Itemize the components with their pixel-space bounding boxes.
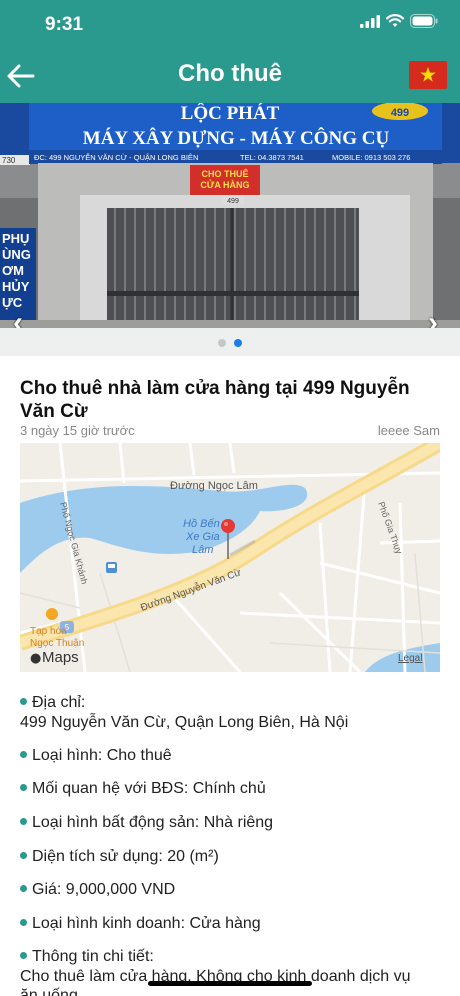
banner-shop-number: 499 (391, 107, 409, 119)
banner-headline: MÁY XÂY DỰNG - MÁY CÔNG CỤ (83, 127, 390, 149)
map-label-ngoc-lam: Đường Ngọc Lâm (170, 480, 258, 492)
status-icons (360, 14, 438, 28)
detail-label: Thông tin chi tiết: (32, 948, 154, 965)
carousel-dot[interactable] (218, 339, 226, 347)
left-sign-line: HỦY (2, 279, 30, 294)
bullet-icon (20, 885, 27, 893)
listing-author: leeee Sam (377, 423, 440, 438)
map-label-tap-hoa-2: Ngọc Thuận (30, 638, 84, 649)
signal-icon (360, 14, 380, 28)
detail-label: Loại hình bất động sản: Nhà riêng (32, 814, 274, 831)
sign-line-1: CHO THUÊ (202, 168, 249, 179)
language-flag-button[interactable] (409, 61, 447, 89)
detail-business-type: Loại hình kinh doanh: Cửa hàng (20, 915, 450, 933)
app-header: 9:31 Cho thuê (0, 0, 460, 103)
bullet-icon (20, 952, 27, 960)
detail-property-type: Loại hình bất động sản: Nhà riêng (20, 814, 450, 832)
carousel-dot-active[interactable] (234, 339, 242, 347)
map-label-ben-xe-3: Lâm (192, 544, 213, 556)
map-label-ben-xe-2: Xe Gia (185, 531, 220, 543)
map-canvas: 5 Đường Ngọc Lâm Hồ Bến Xe Gia Lâm Đường… (20, 443, 440, 672)
detail-description: Thông tin chi tiết: Cho thuê làm cửa hàn… (20, 948, 450, 996)
home-indicator[interactable] (148, 981, 312, 986)
bullet-icon (20, 751, 27, 759)
banner-tel: TEL: 04.3873 7541 (240, 153, 304, 162)
detail-area: Diện tích sử dụng: 20 (m²) (20, 848, 450, 866)
bullet-icon (20, 784, 27, 792)
photo-carousel[interactable]: LỘC PHÁT 499 MÁY XÂY DỰNG - MÁY CÔNG CỤ … (0, 103, 460, 328)
map-label-ben-xe-1: Hồ Bến (183, 518, 220, 530)
detail-label: Loại hình kinh doanh: Cửa hàng (32, 915, 261, 932)
status-time: 9:31 (45, 14, 84, 35)
bullet-icon (20, 852, 27, 860)
bullet-icon (20, 698, 27, 706)
map-label-tap-hoa-1: Tạp hóa (30, 626, 67, 637)
banner-shop-name: LỘC PHÁT (181, 103, 280, 124)
listing-title: Cho thuê nhà làm cửa hàng tại 499 Nguyễn… (20, 378, 410, 422)
banner-mobile: MOBILE: 0913 503 276 (332, 153, 410, 162)
battery-icon (410, 14, 438, 28)
left-sign-line: ÙNG (2, 247, 31, 262)
detail-label: Giá: 9,000,000 VND (32, 881, 176, 898)
carousel-indicator (0, 328, 460, 356)
left-sign-top: 730 (2, 156, 16, 165)
carousel-next-icon[interactable]: › (428, 306, 438, 328)
sign-line-2: CỬA HÀNG (200, 179, 249, 190)
vietnam-flag-icon (420, 67, 436, 82)
wifi-icon (386, 14, 404, 27)
page-title: Cho thuê (178, 60, 282, 87)
detail-label: Mối quan hệ với BĐS: Chính chủ (32, 780, 266, 797)
map-apple-logo-icon: ● (30, 651, 41, 666)
banner-address: ĐC: 499 NGUYỄN VĂN CỪ - QUẬN LONG BIÊN (34, 153, 198, 162)
detail-value: 499 Nguyễn Văn Cừ, Quận Long Biên, Hà Nộ… (20, 714, 349, 731)
detail-label: Địa chỉ: (32, 694, 86, 711)
listing-time: 3 ngày 15 giờ trước (20, 423, 135, 438)
detail-type: Loại hình: Cho thuê (20, 747, 450, 765)
detail-relation: Mối quan hệ với BĐS: Chính chủ (20, 780, 450, 798)
map-brand: Maps (42, 649, 79, 666)
carousel-prev-icon[interactable]: ‹ (13, 306, 23, 328)
bullet-icon (20, 919, 27, 927)
left-sign-line: PHỤ (2, 231, 29, 246)
left-sign-line: ƠM (2, 263, 24, 278)
shopfront-photo: LỘC PHÁT 499 MÁY XÂY DỰNG - MÁY CÔNG CỤ … (0, 103, 460, 328)
bullet-icon (20, 818, 27, 826)
door-number: 499 (227, 198, 239, 205)
detail-address: Địa chỉ: 499 Nguyễn Văn Cừ, Quận Long Bi… (20, 694, 450, 732)
map-legal: Legal (398, 653, 422, 664)
detail-value-cont: ăn uống (20, 987, 78, 996)
detail-price: Giá: 9,000,000 VND (20, 881, 450, 899)
detail-label: Loại hình: Cho thuê (32, 747, 172, 764)
location-map[interactable]: 5 Đường Ngọc Lâm Hồ Bến Xe Gia Lâm Đường… (20, 443, 440, 672)
detail-label: Diện tích sử dụng: 20 (m²) (32, 848, 219, 865)
